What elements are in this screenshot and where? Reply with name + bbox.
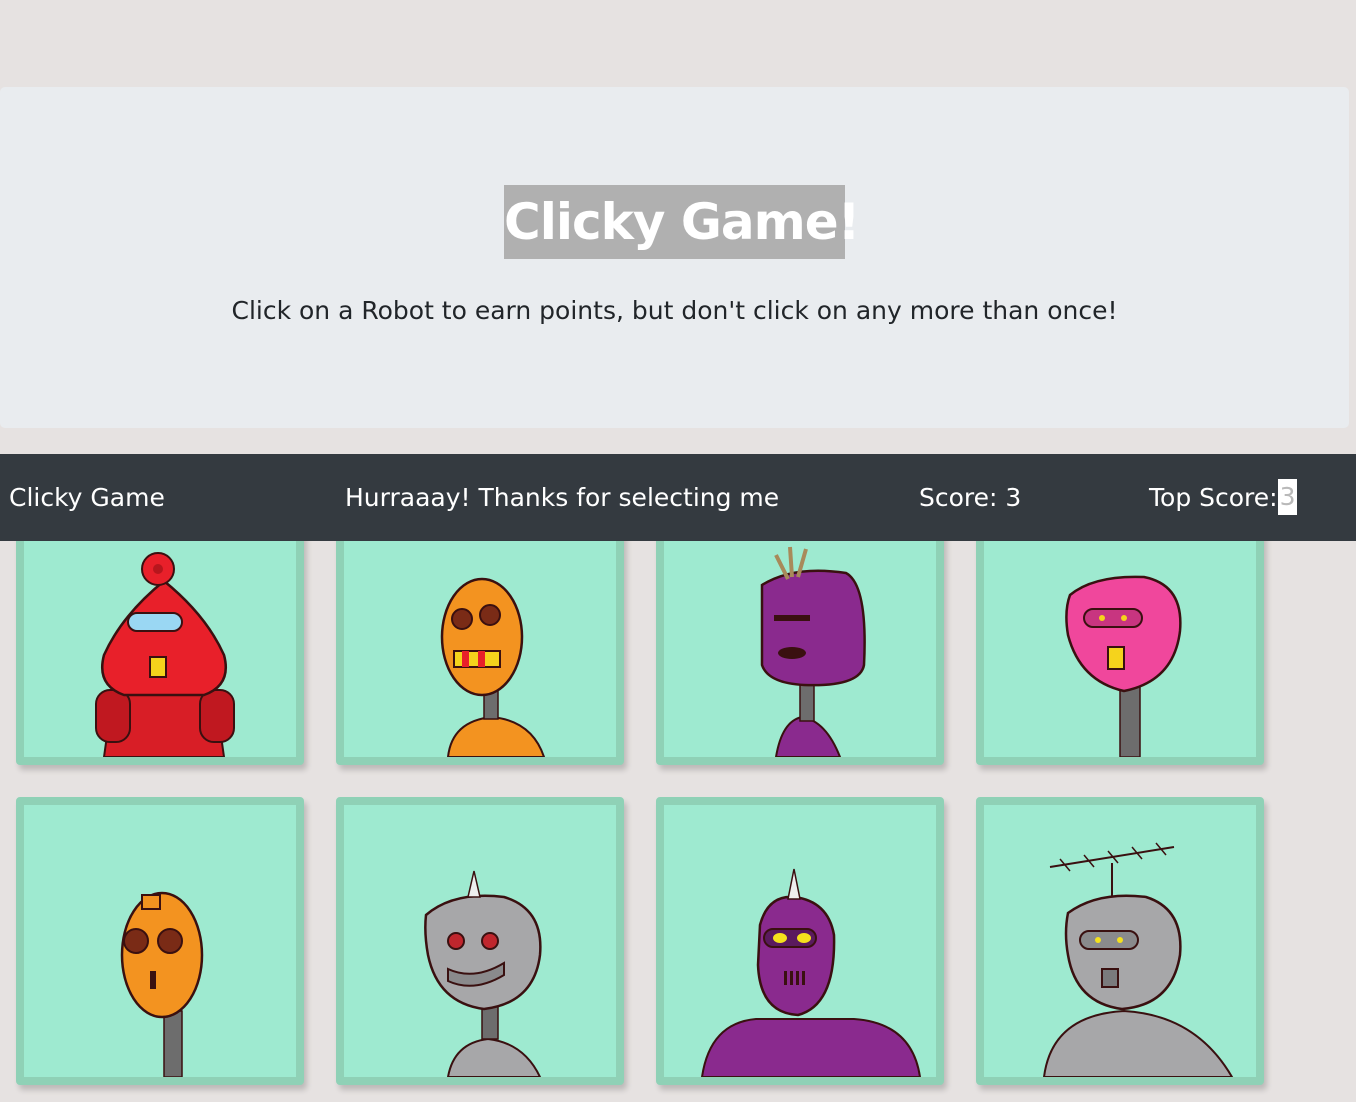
page-title: Clicky Game! (504, 185, 860, 259)
gray-antenna-robot-icon (1042, 842, 1234, 1077)
top-score-label: Top Score: (1149, 483, 1278, 512)
top-score-display: Top Score:3 (1149, 454, 1298, 541)
top-score-value: 3 (1277, 479, 1298, 515)
navbar: Clicky Game Hurraaay! Thanks for selecti… (0, 454, 1356, 541)
robot-card-5[interactable] (16, 797, 304, 1085)
purple-big-robot-icon (700, 868, 922, 1077)
robot-card-8[interactable] (976, 797, 1264, 1085)
status-message: Hurraaay! Thanks for selecting me (345, 483, 780, 512)
gray-robot-icon (424, 870, 542, 1077)
orange-small-robot-icon (120, 891, 204, 1077)
instructions: Click on a Robot to earn points, but don… (231, 296, 1118, 325)
robot-card-7[interactable] (656, 797, 944, 1085)
robot-card-6[interactable] (336, 797, 624, 1085)
score-display: Score: 3 (919, 483, 1022, 512)
navbar-brand[interactable]: Clicky Game (9, 454, 165, 541)
